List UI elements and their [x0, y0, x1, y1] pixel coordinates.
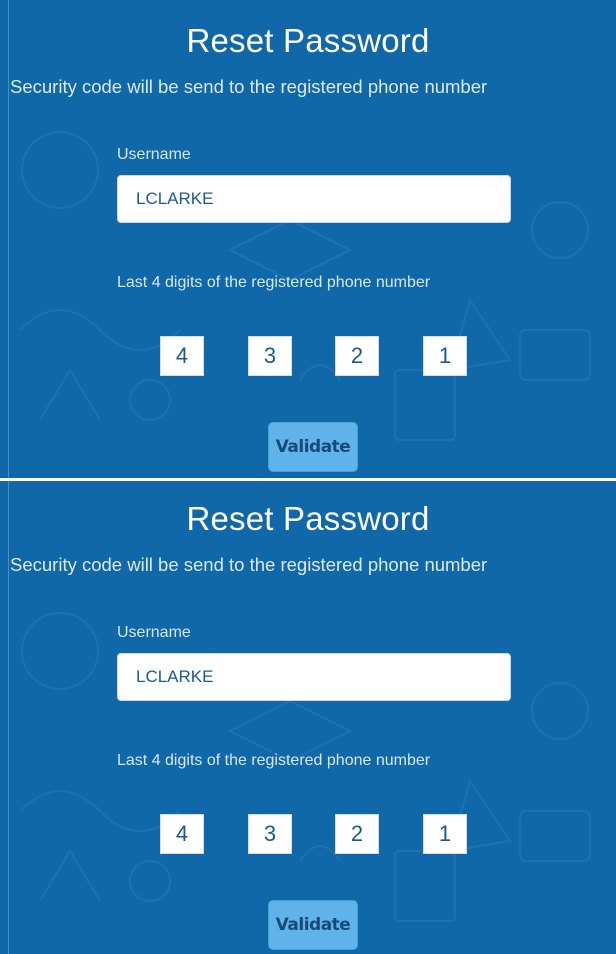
background-doodles	[19, 131, 591, 441]
left-edge-line	[8, 481, 9, 954]
digits-label: Last 4 digits of the registered phone nu…	[117, 752, 431, 769]
page-subtitle: Security code will be send to the regist…	[10, 554, 488, 575]
username-label: Username	[117, 624, 191, 641]
digit-input-2[interactable]: 3	[248, 336, 292, 376]
background-doodles	[19, 612, 591, 922]
digits-label: Last 4 digits of the registered phone nu…	[117, 274, 431, 291]
digit-input-1[interactable]: 4	[160, 336, 204, 376]
digit-input-3[interactable]: 2	[335, 336, 379, 376]
digit-input-4[interactable]: 1	[423, 336, 467, 376]
page-subtitle: Security code will be send to the regist…	[10, 76, 488, 97]
digit-input-3[interactable]: 2	[335, 814, 379, 854]
validate-button[interactable]: Validate	[268, 422, 358, 472]
validate-button[interactable]: Validate	[268, 900, 358, 950]
page-title: Reset Password	[186, 22, 430, 59]
left-edge-line	[8, 0, 9, 478]
digit-input-2[interactable]: 3	[248, 814, 292, 854]
reset-password-panel-2: Reset Password Security code will be sen…	[0, 478, 616, 954]
username-input[interactable]: LCLARKE	[117, 653, 511, 701]
reset-password-panel-1: Reset Password Security code will be sen…	[0, 0, 616, 478]
username-input[interactable]: LCLARKE	[117, 175, 511, 223]
digit-input-1[interactable]: 4	[160, 814, 204, 854]
page-title: Reset Password	[186, 500, 430, 537]
username-label: Username	[117, 146, 191, 163]
digit-input-4[interactable]: 1	[423, 814, 467, 854]
